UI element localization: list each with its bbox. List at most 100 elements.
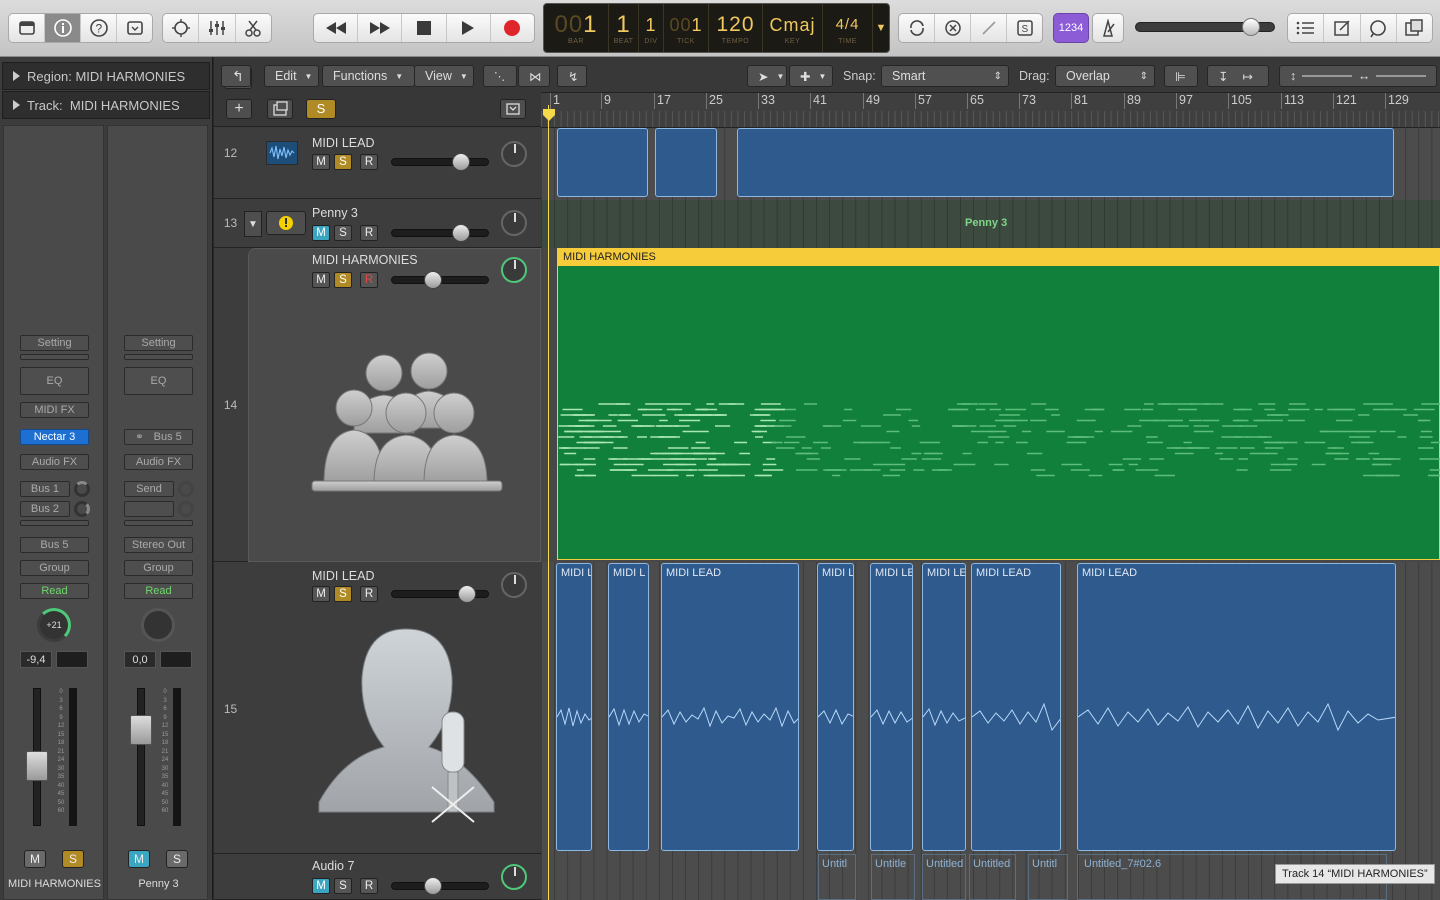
flex-button[interactable]: ⋈ — [518, 65, 550, 87]
track-inspector-header[interactable]: Track: MIDI HARMONIES — [2, 91, 210, 119]
solo-button[interactable]: S — [334, 154, 352, 170]
cycle-icon[interactable] — [899, 14, 935, 42]
note-pad-icon[interactable] — [1324, 14, 1361, 42]
volume-slider[interactable] — [391, 153, 489, 171]
volume-fader-cap[interactable] — [26, 751, 48, 781]
penny-3-folder-label[interactable]: Penny 3 — [965, 217, 1007, 229]
disclosure-triangle-icon[interactable] — [13, 100, 20, 110]
stop-icon[interactable] — [402, 14, 447, 42]
play-icon[interactable] — [447, 14, 491, 42]
mixer-icon[interactable] — [199, 14, 236, 42]
input-slot[interactable]: ⚭ Bus 5 — [124, 429, 193, 445]
eq-button[interactable]: EQ — [124, 367, 193, 395]
audio-fx-slot[interactable]: Audio FX — [124, 454, 193, 470]
volume-fader-track[interactable] — [137, 688, 145, 826]
disclosure-triangle-icon[interactable]: ▼ — [244, 211, 262, 237]
duplicate-track-icon[interactable] — [267, 99, 293, 119]
record-enable-button[interactable]: R — [360, 225, 378, 241]
midi-fx-slot[interactable]: MIDI FX — [20, 402, 89, 418]
track-name[interactable]: MIDI HARMONIES — [312, 253, 418, 267]
track-header-13[interactable]: 13 ▼ Penny 3 M S R — [214, 199, 541, 248]
pan-knob[interactable] — [501, 141, 527, 167]
waveform-zoom-button[interactable]: ⊫ — [1164, 65, 1198, 87]
solo-button[interactable]: S — [166, 850, 188, 868]
solo-icon[interactable]: S — [1007, 14, 1042, 42]
catch-playhead-icon[interactable] — [500, 99, 526, 119]
midi-lead-audio-region[interactable]: MIDI L — [556, 563, 592, 851]
group-slot[interactable]: Group — [124, 560, 193, 576]
disclosure-triangle-icon[interactable] — [13, 71, 20, 81]
scissors-icon[interactable] — [236, 14, 271, 42]
send-slot-empty[interactable] — [124, 501, 174, 517]
audio-fx-slot[interactable]: Audio FX — [20, 454, 89, 470]
mute-button[interactable]: M — [312, 878, 330, 894]
record-enable-button[interactable]: R — [360, 878, 378, 894]
volume-fader-cap[interactable] — [130, 715, 152, 745]
output-slot[interactable]: Bus 5 — [20, 537, 89, 553]
automation-mode[interactable]: Read — [20, 583, 89, 599]
library-icon[interactable] — [9, 14, 45, 42]
midi-lead-region[interactable] — [655, 128, 717, 197]
audio-region[interactable]: Untitl — [1028, 854, 1068, 900]
solo-button[interactable]: S — [62, 850, 84, 868]
track-name[interactable]: MIDI LEAD — [312, 569, 375, 583]
send-knob-1[interactable] — [74, 481, 90, 497]
midi-lead-audio-region[interactable]: MIDI LE — [922, 563, 966, 851]
pan-knob[interactable] — [141, 608, 175, 642]
eq-button[interactable]: EQ — [20, 367, 89, 395]
snap-dropdown[interactable]: Smart ⇕ — [881, 65, 1009, 87]
gain-display[interactable]: -9,4 — [20, 651, 52, 668]
midi-harmonies-region[interactable]: MIDI HARMONIES — [557, 248, 1440, 560]
add-track-button[interactable]: + — [226, 99, 252, 119]
playhead[interactable] — [548, 105, 549, 900]
audio-region[interactable]: Untitled — [969, 854, 1016, 900]
secondary-tool-menu[interactable]: ✚ ▼ — [789, 65, 833, 87]
send-slot-empty-2[interactable] — [124, 520, 193, 526]
midi-lead-region[interactable] — [737, 128, 1394, 197]
rewind-icon[interactable] — [314, 14, 359, 42]
send-slot-1[interactable]: Bus 1 — [20, 481, 70, 497]
midi-lead-audio-region[interactable]: MIDI L — [817, 563, 854, 851]
summing-stack-icon[interactable] — [266, 211, 306, 235]
bar-ruler[interactable]: 1 9 17 25 33 41 49 57 65 73 81 89 97 105 113 121 129 — [541, 93, 1440, 128]
gain-display[interactable]: 0,0 — [124, 651, 156, 668]
view-menu[interactable]: View ▼ — [414, 65, 474, 87]
lcd-display[interactable]: 001 BAR 1 BEAT 1 DIV 001 TICK 120 TEMPO … — [543, 3, 890, 53]
back-navigation-button[interactable]: ↰ — [221, 65, 251, 87]
zoom-sliders[interactable]: ↕ ↔ — [1279, 65, 1437, 87]
volume-knob[interactable] — [452, 153, 470, 171]
mute-button[interactable]: M — [128, 850, 150, 868]
pointer-tool-menu[interactable]: ➤ ▼ — [747, 65, 787, 87]
channel-name[interactable]: Penny 3 — [108, 878, 209, 890]
track-header-12[interactable]: 12 MIDI LEAD M S R — [214, 127, 541, 199]
horizontal-zoom-slider[interactable] — [1376, 75, 1426, 77]
volume-knob[interactable] — [458, 585, 476, 603]
help-icon[interactable]: ? — [81, 14, 117, 42]
solo-button[interactable]: S — [334, 586, 352, 602]
record-enable-button[interactable]: R — [360, 154, 378, 170]
global-solo-button[interactable]: S — [306, 99, 336, 119]
mute-button[interactable]: M — [312, 586, 330, 602]
master-volume-knob[interactable] — [1242, 18, 1260, 36]
midi-lead-audio-region[interactable]: MIDI LEAD — [661, 563, 799, 851]
instrument-slot[interactable]: Nectar 3 — [20, 429, 89, 445]
solo-button[interactable]: S — [334, 272, 352, 288]
browser-icon[interactable] — [1397, 14, 1432, 42]
automation-mode[interactable]: Read — [124, 583, 193, 599]
midi-lead-region[interactable] — [557, 128, 648, 197]
setting-button[interactable]: Setting — [124, 335, 193, 351]
send-knob[interactable] — [178, 481, 194, 497]
smart-controls-icon[interactable] — [163, 14, 200, 42]
mute-button[interactable]: M — [312, 154, 330, 170]
volume-knob[interactable] — [424, 877, 442, 895]
solo-button[interactable]: S — [334, 225, 352, 241]
volume-slider[interactable] — [391, 585, 489, 603]
vertical-zoom-slider[interactable] — [1302, 75, 1352, 77]
volume-slider[interactable] — [391, 877, 489, 895]
track-header-audio-7[interactable]: Audio 7 M S R — [214, 854, 541, 900]
count-in-button[interactable]: 1234 — [1053, 13, 1089, 43]
pan-knob[interactable] — [501, 864, 527, 890]
output-slot[interactable]: Stereo Out — [124, 537, 193, 553]
record-enable-button[interactable]: R — [360, 272, 378, 288]
volume-knob[interactable] — [452, 224, 470, 242]
